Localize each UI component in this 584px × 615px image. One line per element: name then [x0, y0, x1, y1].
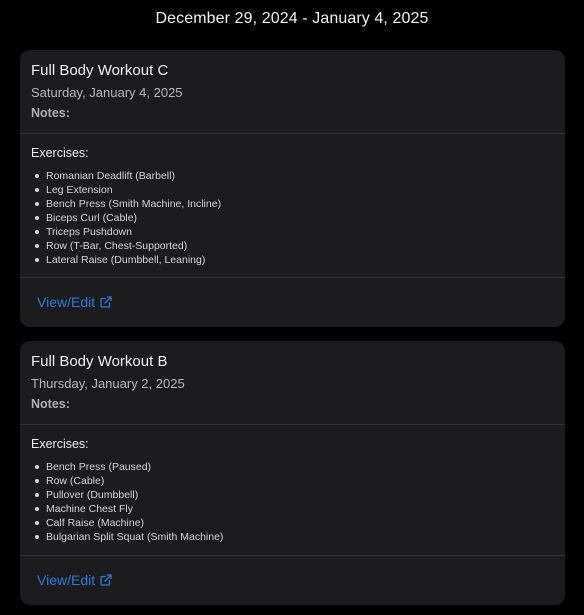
external-link-icon: [100, 574, 112, 586]
exercise-item: Biceps Curl (Cable): [35, 211, 554, 225]
external-link-icon: [100, 296, 112, 308]
workout-title: Full Body Workout C: [31, 62, 169, 79]
week-range-heading: December 29, 2024 - January 4, 2025: [155, 10, 429, 27]
view-edit-link[interactable]: View/Edit: [37, 572, 112, 588]
exercise-item: Triceps Pushdown: [35, 225, 554, 239]
workout-notes-label: Notes:: [31, 397, 70, 411]
view-edit-label: View/Edit: [37, 294, 96, 310]
workout-title: Full Body Workout B: [31, 353, 168, 370]
workout-card: Full Body Workout B Thursday, January 2,…: [20, 341, 565, 605]
exercises-label: Exercises:: [31, 146, 89, 160]
workout-card-body: Exercises: Bench Press (Paused) Row (Cab…: [20, 425, 565, 556]
exercise-item: Romanian Deadlift (Barbell): [35, 169, 554, 183]
workout-card-body: Exercises: Romanian Deadlift (Barbell) L…: [20, 134, 565, 278]
exercises-label: Exercises:: [31, 437, 89, 451]
view-edit-link[interactable]: View/Edit: [37, 294, 112, 310]
workout-date: Saturday, January 4, 2025: [31, 85, 183, 100]
exercise-list: Romanian Deadlift (Barbell) Leg Extensio…: [31, 169, 554, 267]
exercise-item: Bench Press (Paused): [35, 460, 554, 474]
workout-card: Full Body Workout C Saturday, January 4,…: [20, 50, 565, 327]
workout-card-footer: View/Edit: [20, 278, 565, 312]
exercise-item: Lateral Raise (Dumbbell, Leaning): [35, 253, 554, 267]
exercise-item: Leg Extension: [35, 183, 554, 197]
exercise-item: Pullover (Dumbbell): [35, 488, 554, 502]
workout-notes-label: Notes:: [31, 106, 70, 120]
workout-card-header: Full Body Workout B Thursday, January 2,…: [20, 341, 565, 425]
exercise-list: Bench Press (Paused) Row (Cable) Pullove…: [31, 460, 554, 544]
exercise-item: Row (Cable): [35, 474, 554, 488]
workout-date: Thursday, January 2, 2025: [31, 376, 185, 391]
exercise-item: Row (T-Bar, Chest-Supported): [35, 239, 554, 253]
exercise-item: Calf Raise (Machine): [35, 516, 554, 530]
workout-card-footer: View/Edit: [20, 556, 565, 590]
view-edit-label: View/Edit: [37, 572, 96, 588]
exercise-item: Machine Chest Fly: [35, 502, 554, 516]
exercise-item: Bulgarian Split Squat (Smith Machine): [35, 530, 554, 544]
exercise-item: Bench Press (Smith Machine, Incline): [35, 197, 554, 211]
workout-card-header: Full Body Workout C Saturday, January 4,…: [20, 50, 565, 134]
